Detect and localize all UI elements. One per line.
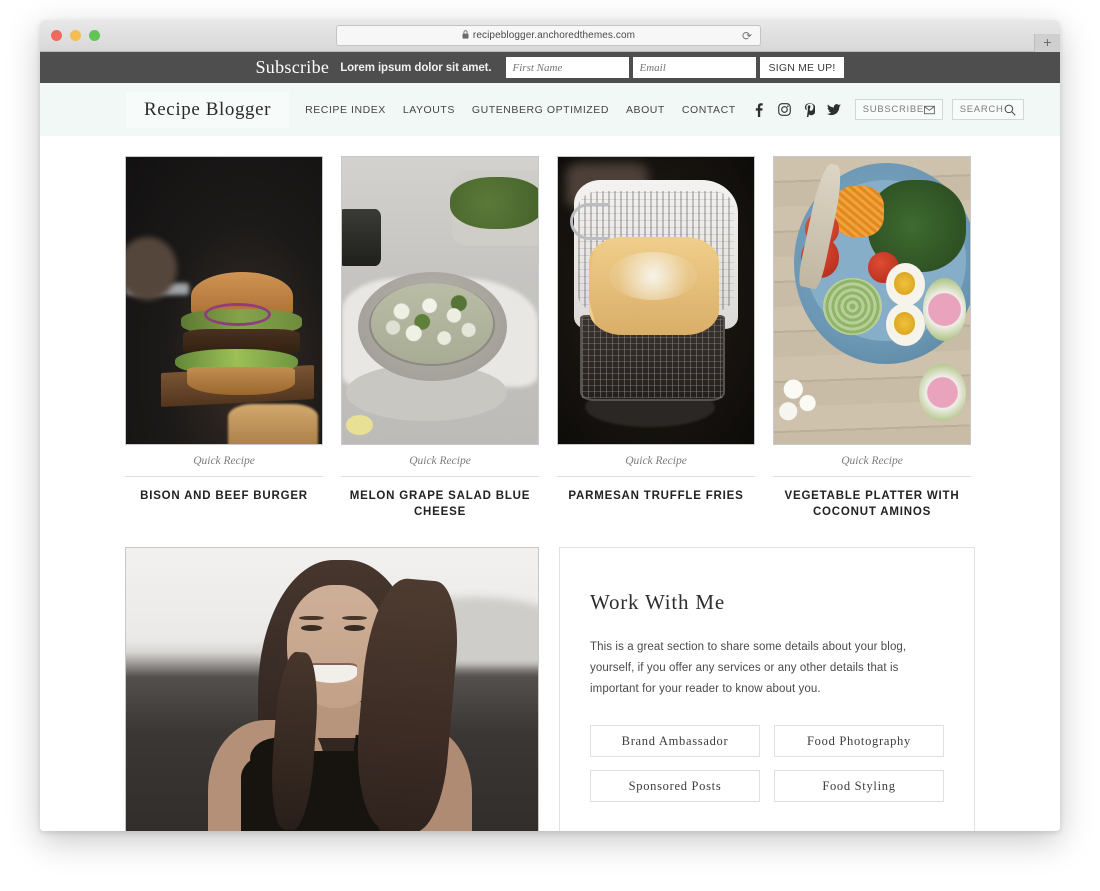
work-with-me-panel: Work With Me This is a great section to … — [559, 547, 975, 831]
burger-photo[interactable] — [125, 156, 323, 445]
sign-me-up-button[interactable]: SIGN ME UP! — [759, 57, 845, 78]
nav-subscribe-button[interactable]: SUBSCRIBE — [854, 99, 943, 120]
instagram-icon[interactable] — [777, 102, 792, 117]
page-viewport: Subscribe Lorem ipsum dolor sit amet. SI… — [40, 52, 1060, 831]
facebook-icon[interactable] — [752, 102, 767, 117]
recipe-card-row: Quick Recipe BISON AND BEEF BURGER Quick… — [125, 156, 1015, 520]
recipe-category: Quick Recipe — [409, 455, 471, 467]
recipe-category: Quick Recipe — [193, 455, 255, 467]
recipe-category: Quick Recipe — [841, 455, 903, 467]
food-photography-button[interactable]: Food Photography — [774, 725, 944, 757]
first-name-input[interactable] — [505, 57, 629, 78]
social-links — [752, 102, 842, 117]
lower-section: Work With Me This is a great section to … — [125, 547, 1015, 831]
nav-item-contact[interactable]: CONTACT — [682, 104, 736, 116]
site-navbar: Recipe Blogger RECIPE INDEX LAYOUTS GUTE… — [40, 83, 1060, 136]
recipe-card[interactable]: Quick Recipe VEGETABLE PLATTER WITH COCO… — [773, 156, 971, 520]
search-icon — [1004, 104, 1016, 116]
work-with-me-title: Work With Me — [590, 590, 725, 614]
nav-item-layouts[interactable]: LAYOUTS — [403, 104, 455, 116]
subscribe-heading: Subscribe — [255, 57, 330, 77]
subscribe-tagline: Lorem ipsum dolor sit amet. — [340, 61, 492, 74]
nav-subscribe-label: SUBSCRIBE — [862, 104, 924, 115]
recipe-title[interactable]: VEGETABLE PLATTER WITH COCONUT AMINOS — [773, 488, 971, 520]
nav-item-about[interactable]: ABOUT — [626, 104, 665, 116]
work-with-me-body: This is a great section to share some de… — [590, 641, 907, 695]
url-string: recipeblogger.anchoredthemes.com — [472, 30, 636, 41]
nav-search-label: SEARCH — [959, 104, 1004, 115]
recipe-title[interactable]: MELON GRAPE SALAD BLUE CHEESE — [341, 488, 539, 520]
subscribe-bar: Subscribe Lorem ipsum dolor sit amet. SI… — [40, 52, 1060, 83]
recipe-title-wrap: BISON AND BEEF BURGER — [125, 476, 323, 504]
recipe-card[interactable]: Quick Recipe MELON GRAPE SALAD BLUE CHEE… — [341, 156, 539, 520]
nav-links: RECIPE INDEX LAYOUTS GUTENBERG OPTIMIZED… — [305, 104, 736, 116]
minimize-window-button[interactable] — [70, 30, 81, 41]
address-bar-text: recipeblogger.anchoredthemes.com — [462, 30, 635, 41]
work-with-me-buttons: Brand Ambassador Food Photography Sponso… — [590, 725, 944, 802]
sponsored-posts-button[interactable]: Sponsored Posts — [590, 770, 760, 802]
recipe-title-wrap: PARMESAN TRUFFLE FRIES — [557, 476, 755, 504]
recipe-card[interactable]: Quick Recipe BISON AND BEEF BURGER — [125, 156, 323, 520]
recipe-title[interactable]: BISON AND BEEF BURGER — [125, 488, 323, 504]
recipe-card[interactable]: Quick Recipe PARMESAN TRUFFLE FRIES — [557, 156, 755, 520]
main-content: Quick Recipe BISON AND BEEF BURGER Quick… — [40, 136, 1060, 831]
nav-item-recipe-index[interactable]: RECIPE INDEX — [305, 104, 386, 116]
browser-titlebar: recipeblogger.anchoredthemes.com ⟳ + — [40, 20, 1060, 52]
recipe-title-wrap: VEGETABLE PLATTER WITH COCONUT AMINOS — [773, 476, 971, 520]
recipe-title[interactable]: PARMESAN TRUFFLE FRIES — [557, 488, 755, 504]
nav-search-button[interactable]: SEARCH — [951, 99, 1024, 120]
twitter-icon[interactable] — [827, 102, 842, 117]
recipe-category: Quick Recipe — [625, 455, 687, 467]
brand-ambassador-button[interactable]: Brand Ambassador — [590, 725, 760, 757]
food-styling-button[interactable]: Food Styling — [774, 770, 944, 802]
fries-photo[interactable] — [557, 156, 755, 445]
address-bar[interactable]: recipeblogger.anchoredthemes.com ⟳ — [336, 25, 761, 46]
pinterest-icon[interactable] — [802, 102, 817, 117]
reload-icon[interactable]: ⟳ — [742, 30, 752, 43]
author-portrait-photo[interactable] — [125, 547, 539, 831]
envelope-icon — [924, 105, 935, 114]
close-window-button[interactable] — [51, 30, 62, 41]
email-input[interactable] — [632, 57, 756, 78]
new-tab-button[interactable]: + — [1034, 34, 1060, 52]
site-logo[interactable]: Recipe Blogger — [126, 91, 290, 128]
nav-item-gutenberg-optimized[interactable]: GUTENBERG OPTIMIZED — [472, 104, 609, 116]
vegetable-platter-photo[interactable] — [773, 156, 971, 445]
zoom-window-button[interactable] — [89, 30, 100, 41]
browser-window: recipeblogger.anchoredthemes.com ⟳ + Sub… — [40, 20, 1060, 831]
salad-photo[interactable] — [341, 156, 539, 445]
recipe-title-wrap: MELON GRAPE SALAD BLUE CHEESE — [341, 476, 539, 520]
lock-icon — [462, 30, 469, 39]
window-controls — [51, 30, 100, 41]
